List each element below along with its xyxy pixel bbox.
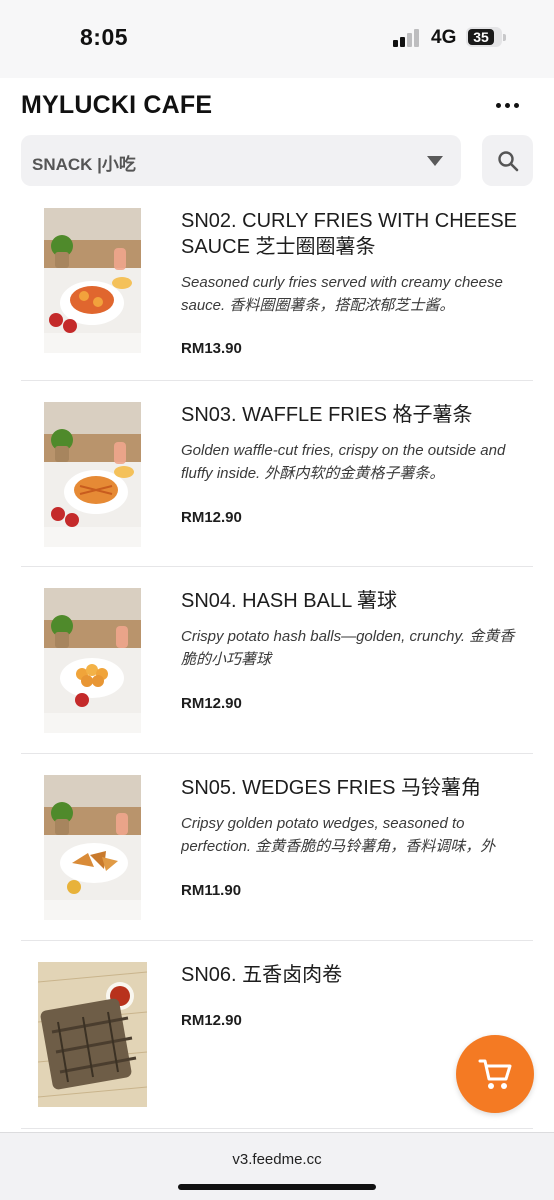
item-title: SN02. CURLY FRIES WITH CHEESE SAUCE 芝士圈圈… [181, 210, 517, 258]
page-title: MYLUCKI CAFE [21, 91, 213, 119]
item-image [44, 588, 141, 733]
item-price: RM12.90 [181, 695, 242, 712]
item-title: SN05. WEDGES FRIES 马铃薯角 [181, 777, 482, 799]
home-indicator[interactable] [178, 1184, 376, 1190]
more-options-icon[interactable] [494, 98, 522, 114]
menu-item[interactable]: SN02. CURLY FRIES WITH CHEESE SAUCE 芝士圈圈… [21, 195, 533, 381]
item-description: Crispy potato hash balls—golden, crunchy… [181, 628, 515, 668]
item-image [44, 208, 141, 353]
search-icon [498, 151, 519, 172]
url-text: v3.feedme.cc [232, 1151, 322, 1168]
item-price: RM13.90 [181, 340, 242, 357]
item-image [44, 402, 141, 547]
item-image [44, 775, 141, 920]
status-bar: 8:05 4G 35 [0, 0, 554, 78]
chevron-down-icon [427, 156, 443, 166]
status-time: 8:05 [80, 24, 129, 50]
battery-level: 35 [473, 29, 489, 45]
item-price: RM12.90 [181, 509, 242, 526]
item-description: Cripsy golden potato wedges, seasoned to… [181, 815, 496, 855]
item-title: SN06. 五香卤肉卷 [181, 964, 343, 986]
cart-icon [478, 1059, 512, 1089]
item-price: RM12.90 [181, 1012, 242, 1029]
battery-icon: 35 [466, 27, 506, 47]
signal-icon [393, 29, 423, 47]
menu-item[interactable]: SN03. WAFFLE FRIES 格子薯条 Golden waffle-cu… [21, 381, 533, 567]
category-dropdown[interactable]: SNACK |小吃 [21, 135, 461, 186]
item-description: Golden waffle-cut fries, crispy on the o… [181, 442, 506, 482]
item-title: SN03. WAFFLE FRIES 格子薯条 [181, 404, 473, 426]
menu-item[interactable]: SN05. WEDGES FRIES 马铃薯角 Cripsy golden po… [21, 754, 533, 941]
item-title: SN04. HASH BALL 薯球 [181, 590, 398, 612]
item-description: Seasoned curly fries served with creamy … [181, 274, 503, 314]
network-type: 4G [431, 27, 457, 48]
menu-item[interactable]: SN04. HASH BALL 薯球 Crispy potato hash ba… [21, 567, 533, 754]
cart-button[interactable] [456, 1035, 534, 1113]
item-image [38, 962, 147, 1107]
item-price: RM11.90 [181, 882, 242, 899]
menu-item[interactable]: SN06. 五香卤肉卷 RM12.90 [21, 941, 533, 1129]
search-button[interactable] [482, 135, 533, 186]
category-selected-label: SNACK |小吃 [32, 155, 136, 174]
